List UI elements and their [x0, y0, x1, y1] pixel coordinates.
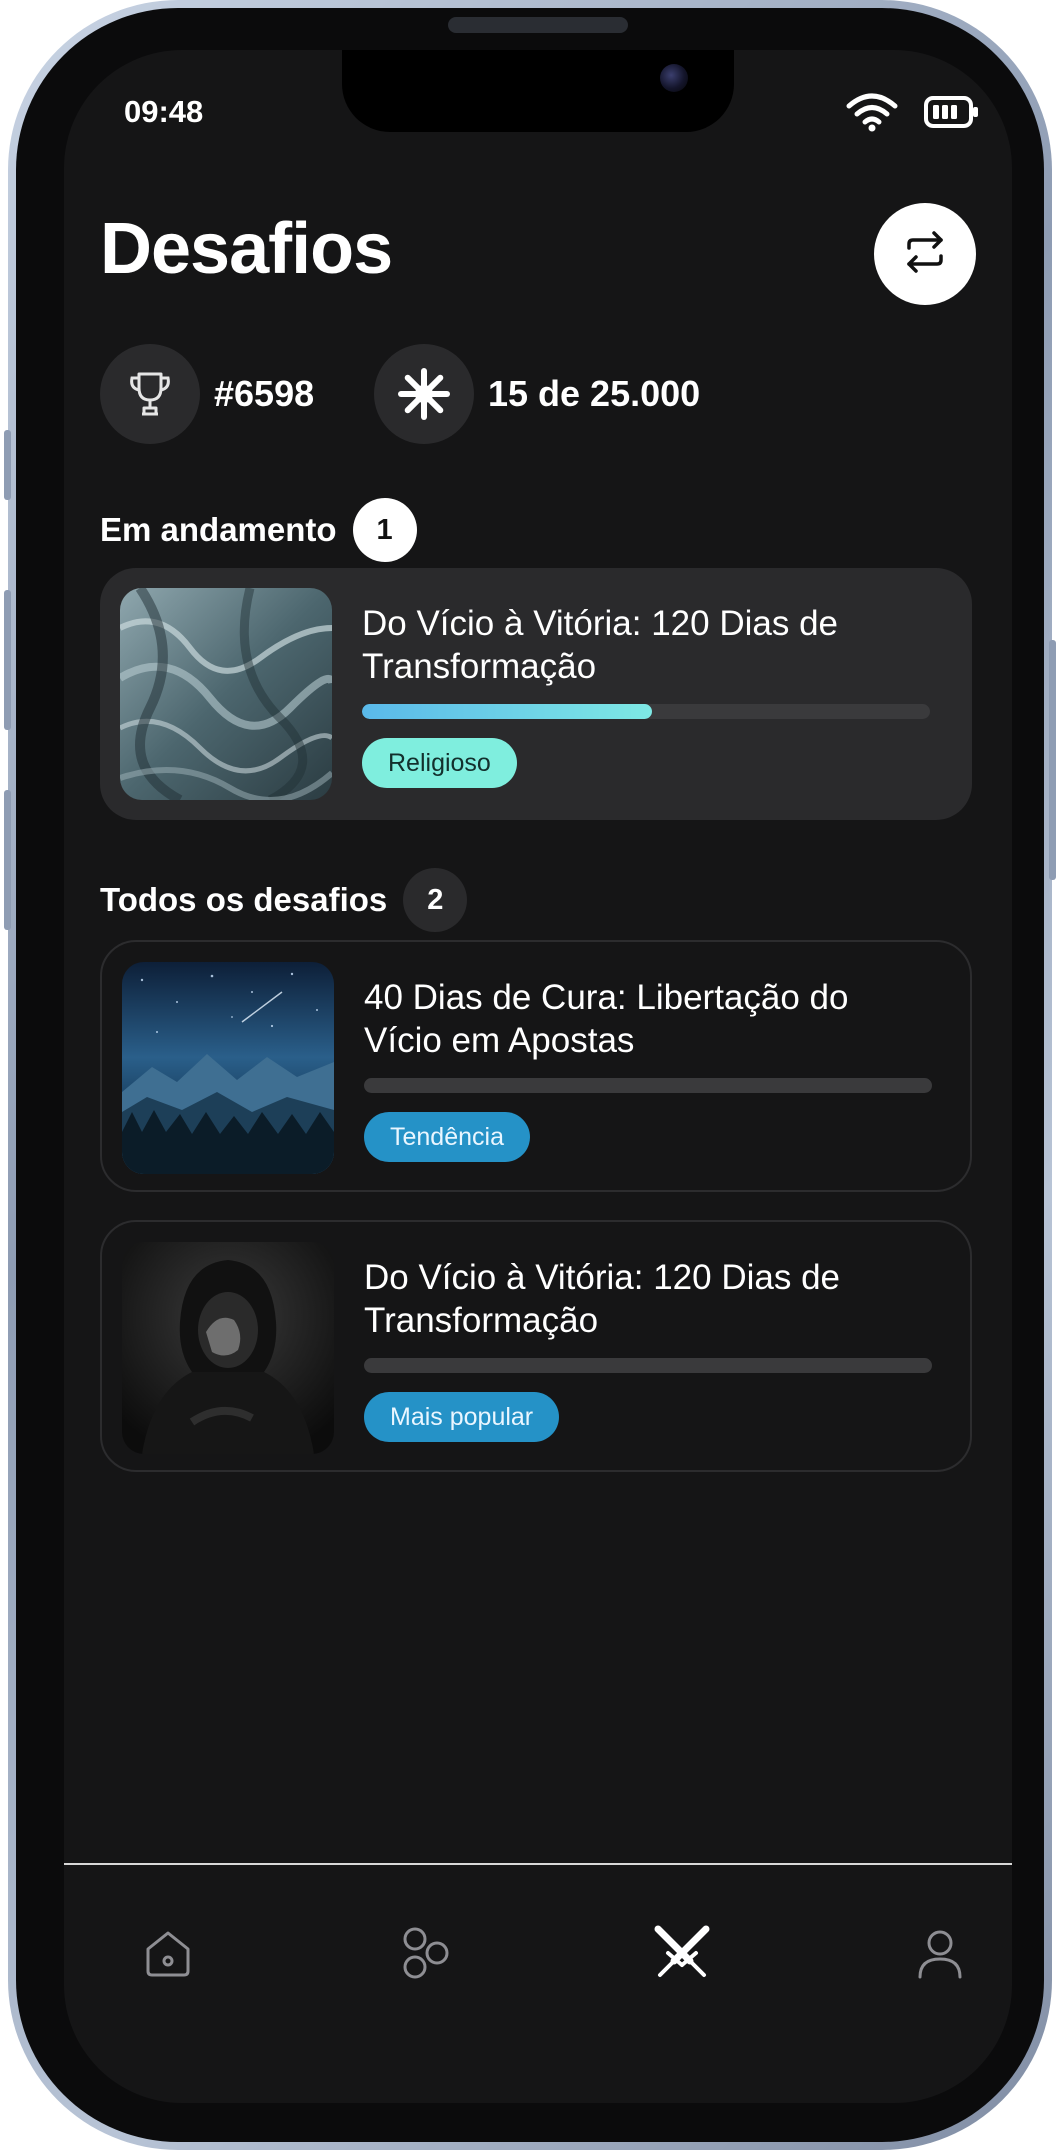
- notch: [342, 50, 734, 132]
- home-icon: [140, 1925, 196, 1986]
- community-icon: [395, 1923, 455, 1988]
- volume-down-button: [4, 790, 11, 930]
- challenge-title: 40 Dias de Cura: Libertação do Vício em …: [364, 978, 849, 1060]
- tab-bar-divider: [64, 1863, 1012, 1865]
- page-title: Desafios: [100, 209, 393, 289]
- section-title: Todos os desafios: [100, 881, 388, 918]
- challenge-progress-fill: [362, 704, 652, 719]
- challenge-tag: Tendência: [364, 1112, 530, 1162]
- in-progress-header: Em andamento 1: [100, 498, 417, 562]
- profile-icon: [912, 1925, 968, 1986]
- rank-value: #6598: [214, 373, 315, 414]
- progress-stat: 15 de 25.000: [374, 344, 700, 444]
- challenge-card[interactable]: Do Vício à Vitória: 120 Dias de Transfor…: [100, 1220, 972, 1472]
- tab-home[interactable]: [128, 1915, 208, 1995]
- challenge-thumbnail: [122, 1242, 334, 1454]
- tab-profile[interactable]: [900, 1915, 980, 1995]
- status-time: 09:48: [124, 94, 204, 129]
- wifi-icon: [846, 92, 898, 137]
- app-screen: 09:48 Desafios #6598 15 de 25.000 Em and…: [64, 50, 1012, 2103]
- crossed-swords-icon: [652, 1923, 712, 1988]
- volume-up-button: [4, 590, 11, 730]
- power-button: [1049, 640, 1056, 880]
- challenge-title: Do Vício à Vitória: 120 Dias de Transfor…: [364, 1258, 841, 1340]
- speaker-grill: [448, 17, 628, 33]
- challenge-thumbnail: [120, 588, 332, 800]
- tab-challenges[interactable]: [642, 1915, 722, 1995]
- progress-value: 15 de 25.000: [488, 373, 701, 414]
- switch-button[interactable]: [874, 203, 976, 305]
- battery-icon: [924, 95, 980, 134]
- all-challenges-header: Todos os desafios 2: [100, 868, 468, 932]
- challenge-tag: Mais popular: [364, 1392, 560, 1442]
- phone-frame: 09:48 Desafios #6598 15 de 25.000 Em and…: [4, 0, 1056, 2150]
- count-badge: 1: [352, 498, 417, 562]
- trophy-icon: [100, 344, 200, 444]
- challenge-title: Do Vício à Vitória: 120 Dias de Transfor…: [362, 604, 839, 686]
- status-icons: [846, 92, 980, 137]
- challenge-card[interactable]: 40 Dias de Cura: Libertação do Vício em …: [100, 940, 972, 1192]
- rank-stat: #6598: [100, 344, 314, 444]
- challenge-card-active[interactable]: Do Vício à Vitória: 120 Dias de Transfor…: [100, 568, 972, 820]
- tab-community[interactable]: [385, 1915, 465, 1995]
- silent-switch: [4, 430, 11, 500]
- starburst-icon: [374, 344, 474, 444]
- count-badge: 2: [403, 868, 468, 932]
- challenge-tag: Religioso: [362, 738, 517, 788]
- front-camera: [660, 64, 688, 92]
- challenge-progress-bar: [364, 1358, 932, 1373]
- swap-arrows-icon: [901, 228, 949, 281]
- section-title: Em andamento: [100, 511, 337, 548]
- challenge-progress-bar: [364, 1078, 932, 1093]
- challenge-progress-bar: [362, 704, 930, 719]
- challenge-thumbnail: [122, 962, 334, 1174]
